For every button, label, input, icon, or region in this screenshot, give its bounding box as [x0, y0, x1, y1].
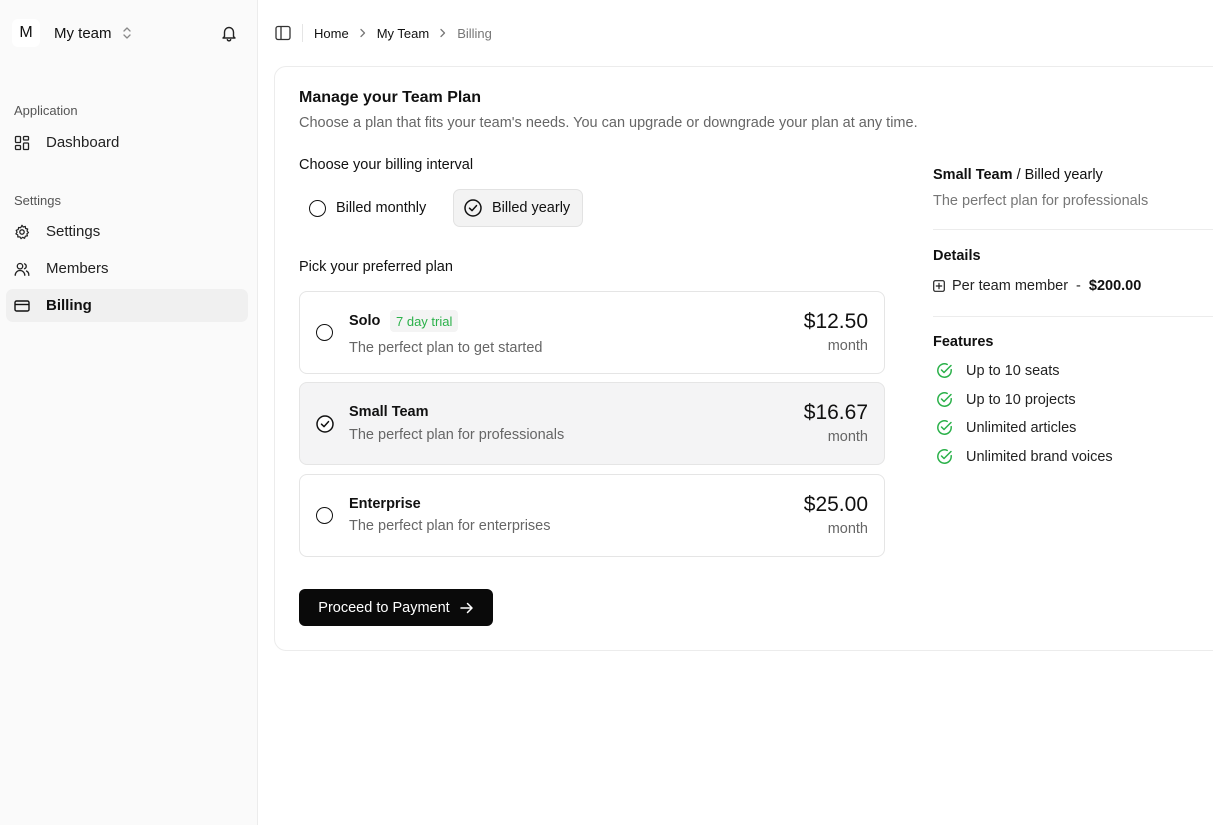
billed-yearly-option[interactable]: Billed yearly [453, 189, 583, 227]
radio-icon [316, 507, 333, 524]
proceed-label: Proceed to Payment [318, 599, 450, 616]
plan-period: month [827, 521, 868, 537]
plan-price: $12.50 [803, 310, 868, 333]
features-heading: Features [933, 334, 994, 350]
summary-plan-name: Small Team [933, 167, 1013, 183]
trial-badge: 7 day trial [390, 310, 459, 332]
check-circle-icon [464, 199, 482, 217]
sidebar-item-label: Billing [46, 297, 92, 314]
details-heading: Details [933, 248, 981, 264]
summary-title: Small Team / Billed yearly [933, 167, 1103, 183]
detail-amount: $200.00 [1088, 278, 1142, 294]
divider [933, 316, 1213, 317]
check-circle-icon [936, 391, 953, 408]
credit-card-icon [14, 298, 30, 314]
plan-option-small-team[interactable]: Small Team The perfect plan for professi… [299, 382, 885, 465]
feature-label: Up to 10 projects [966, 391, 1076, 408]
gear-icon [14, 224, 30, 240]
dashboard-icon [14, 135, 30, 151]
team-switcher[interactable]: M My team [12, 18, 132, 48]
breadcrumb: Home My Team Billing [314, 24, 492, 42]
sidebar-item-dashboard[interactable]: Dashboard [6, 126, 248, 159]
sidebar-item-label: Members [46, 260, 109, 277]
sidebar-item-billing[interactable]: Billing [6, 289, 248, 322]
feature-item: Up to 10 seats [936, 362, 1060, 379]
billed-monthly-label: Billed monthly [336, 200, 427, 216]
plus-square-icon [933, 280, 945, 292]
chevron-right-icon [359, 28, 367, 38]
plan-option-solo[interactable]: Solo 7 day trial The perfect plan to get… [299, 291, 885, 374]
arrow-right-icon [459, 602, 474, 614]
plan-description: The perfect plan for enterprises [349, 518, 551, 534]
plan-price: $25.00 [803, 493, 868, 516]
plan-period: month [827, 429, 868, 445]
breadcrumb-my-team[interactable]: My Team [377, 26, 430, 41]
plan-description: The perfect plan for professionals [349, 427, 565, 443]
detail-separator: - [1076, 278, 1081, 294]
sidebar-item-settings[interactable]: Settings [6, 215, 248, 248]
sidebar-toggle-icon[interactable] [275, 25, 291, 46]
chevrons-up-down-icon [122, 26, 132, 40]
team-avatar: M [12, 19, 40, 47]
sidebar-item-label: Settings [46, 223, 101, 240]
check-circle-icon [316, 415, 334, 438]
plan-option-enterprise[interactable]: Enterprise The perfect plan for enterpri… [299, 474, 885, 557]
breadcrumb-home[interactable]: Home [314, 26, 349, 41]
summary-interval: / Billed yearly [1016, 167, 1103, 183]
feature-label: Up to 10 seats [966, 362, 1060, 379]
billing-interval-label: Choose your billing interval [299, 157, 474, 173]
chevron-right-icon [439, 28, 447, 38]
check-circle-icon [936, 362, 953, 379]
check-circle-icon [936, 448, 953, 465]
plan-price: $16.67 [803, 401, 868, 424]
team-name: My team [54, 24, 112, 42]
users-icon [14, 261, 30, 277]
sidebar: M My team Application Dashboard Settings… [0, 0, 258, 825]
sidebar-group-application: Application [14, 103, 78, 118]
plan-name: Solo [349, 313, 381, 329]
proceed-to-payment-button[interactable]: Proceed to Payment [299, 589, 493, 626]
radio-icon [316, 324, 333, 341]
plan-name: Small Team [349, 404, 429, 420]
detail-per-member: Per team member - $200.00 [933, 278, 1141, 294]
page-subtitle: Choose a plan that fits your team's need… [299, 115, 918, 131]
feature-item: Up to 10 projects [936, 391, 1076, 408]
sidebar-item-members[interactable]: Members [6, 252, 248, 285]
billed-yearly-label: Billed yearly [492, 200, 571, 216]
feature-label: Unlimited brand voices [966, 448, 1113, 465]
bell-icon[interactable] [220, 24, 238, 47]
divider [302, 24, 303, 42]
sidebar-group-settings: Settings [14, 193, 61, 208]
summary-description: The perfect plan for professionals [933, 193, 1149, 209]
feature-item: Unlimited articles [936, 419, 1076, 436]
plan-period: month [827, 338, 868, 354]
billed-monthly-option[interactable]: Billed monthly [299, 189, 443, 227]
feature-item: Unlimited brand voices [936, 448, 1113, 465]
radio-icon [309, 199, 326, 217]
divider [933, 229, 1213, 230]
sidebar-item-label: Dashboard [46, 134, 120, 151]
plan-description: The perfect plan to get started [349, 340, 543, 356]
detail-label: Per team member [952, 278, 1069, 294]
feature-label: Unlimited articles [966, 419, 1077, 436]
breadcrumb-billing: Billing [457, 25, 492, 41]
plan-name: Enterprise [349, 496, 421, 512]
check-circle-icon [936, 419, 953, 436]
page-title: Manage your Team Plan [299, 89, 481, 106]
preferred-plan-label: Pick your preferred plan [299, 259, 453, 275]
